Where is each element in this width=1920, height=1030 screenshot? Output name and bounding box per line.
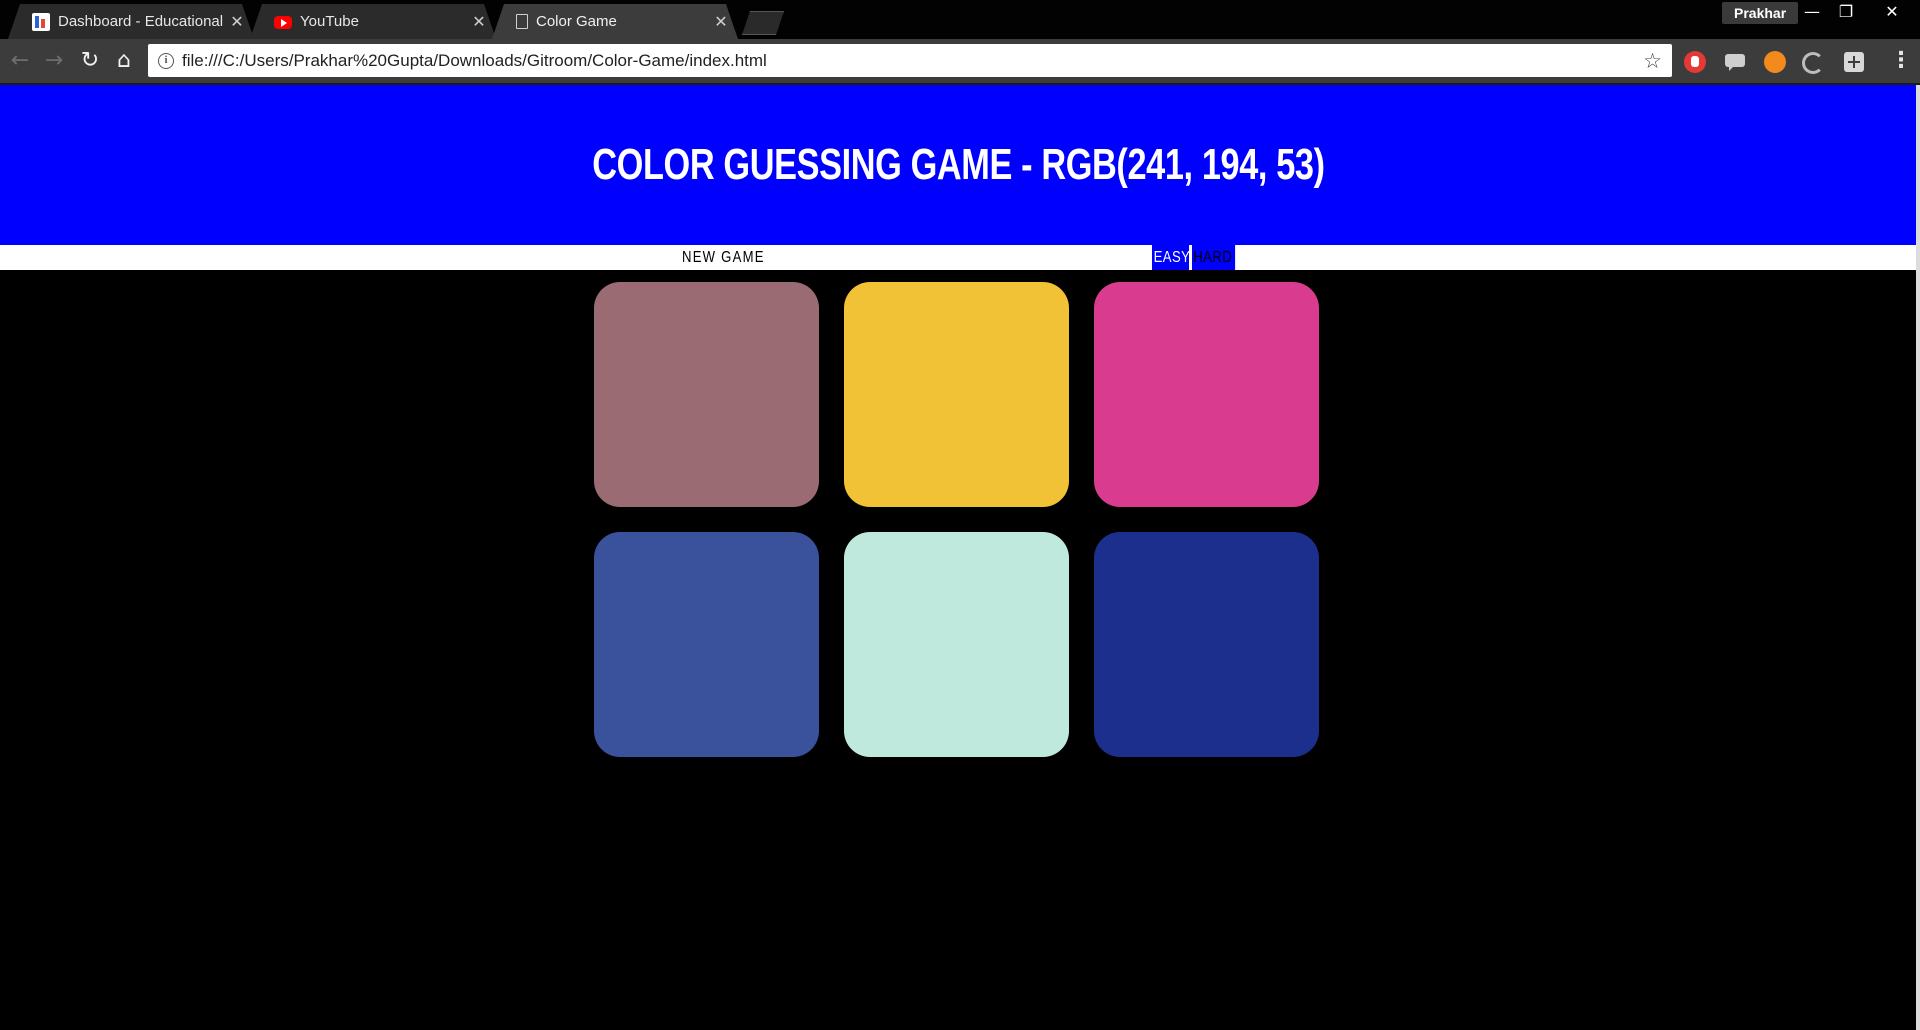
close-icon[interactable]: ✕: [472, 12, 486, 32]
chat-extension-icon[interactable]: [1724, 51, 1746, 73]
page-content: COLOR GUESSING GAME - RGB(241, 194, 53) …: [0, 85, 1916, 1030]
mode-divider: [1189, 245, 1192, 270]
scrollbar[interactable]: [1916, 85, 1920, 1030]
color-square-6[interactable]: [1094, 532, 1319, 757]
back-icon[interactable]: ←: [4, 45, 36, 77]
tab-title: YouTube: [300, 13, 359, 30]
close-icon[interactable]: ✕: [230, 12, 244, 32]
tab-title: Dashboard - Educational: [58, 13, 224, 30]
color-square-1[interactable]: [594, 282, 819, 507]
tab-strip: Dashboard - Educational ✕ YouTube ✕ Colo…: [0, 0, 1920, 39]
tab-title: Color Game: [536, 13, 617, 30]
close-window-button[interactable]: ✕: [1868, 0, 1916, 24]
url-text[interactable]: file:///C:/Users/Prakhar%20Gupta/Downloa…: [182, 51, 1643, 71]
easy-mode-button[interactable]: EASY: [1152, 245, 1192, 270]
info-icon[interactable]: i: [158, 52, 174, 69]
youtube-icon: [274, 16, 292, 29]
restore-button[interactable]: ❐: [1826, 0, 1866, 24]
add-extension-icon[interactable]: [1844, 52, 1864, 72]
home-icon[interactable]: ⌂: [108, 45, 140, 77]
tab-youtube[interactable]: YouTube ✕: [250, 4, 496, 39]
close-icon[interactable]: ✕: [714, 12, 728, 32]
orange-extension-icon[interactable]: [1764, 51, 1786, 73]
bookmark-star-icon[interactable]: ☆: [1643, 49, 1662, 73]
game-title: COLOR GUESSING GAME - RGB(241, 194, 53): [591, 140, 1325, 189]
controls-stripe: NEW GAME EASY HARD: [0, 245, 1916, 270]
color-square-2[interactable]: [844, 282, 1069, 507]
adblock-extension-icon[interactable]: [1684, 51, 1706, 73]
new-tab-button[interactable]: [742, 11, 784, 35]
color-square-3[interactable]: [1094, 282, 1319, 507]
address-bar[interactable]: i file:///C:/Users/Prakhar%20Gupta/Downl…: [148, 44, 1672, 77]
hard-mode-button[interactable]: HARD: [1190, 245, 1236, 270]
forward-icon[interactable]: →: [38, 45, 70, 77]
tab-color-game[interactable]: Color Game ✕: [492, 4, 738, 39]
document-icon: [516, 14, 528, 29]
profile-button[interactable]: Prakhar: [1722, 2, 1799, 24]
dashboard-icon: [32, 13, 50, 31]
reload-icon[interactable]: ↻: [74, 45, 106, 77]
new-game-button[interactable]: NEW GAME: [682, 245, 765, 270]
browser-menu-icon[interactable]: ⋮: [1890, 45, 1912, 77]
browser-toolbar: ← → ↻ ⌂ i file:///C:/Users/Prakhar%20Gup…: [0, 39, 1920, 83]
refresh-extension-icon[interactable]: [1802, 52, 1824, 74]
color-square-5[interactable]: [844, 532, 1069, 757]
tab-dashboard[interactable]: Dashboard - Educational ✕: [8, 4, 254, 39]
color-square-4[interactable]: [594, 532, 819, 757]
game-header: COLOR GUESSING GAME - RGB(241, 194, 53): [0, 85, 1916, 245]
